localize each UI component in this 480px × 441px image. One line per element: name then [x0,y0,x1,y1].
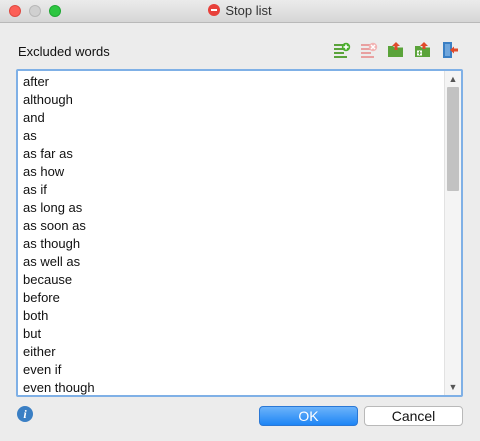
list-item[interactable]: as if [18,181,445,199]
list-item[interactable]: as far as [18,145,445,163]
excluded-words-listbox[interactable]: after although and as as far as as how as if as… [16,69,463,397]
import-icon[interactable] [387,41,405,59]
delete-word-icon[interactable] [360,41,378,59]
list-item[interactable]: as [18,127,445,145]
vertical-scrollbar[interactable]: ▲ ▼ [444,71,461,395]
window-title-area: Stop list [0,3,480,18]
list-item[interactable]: and [18,109,445,127]
title-bar: Stop list [0,0,480,23]
scroll-down-icon[interactable]: ▼ [445,380,461,394]
scroll-up-icon[interactable]: ▲ [445,72,461,86]
list-item[interactable]: both [18,307,445,325]
list-item[interactable]: even though [18,379,445,395]
list-item[interactable]: even if [18,361,445,379]
list-item[interactable]: before [18,289,445,307]
new-list-icon[interactable] [414,41,432,59]
list-item[interactable]: as though [18,235,445,253]
add-word-icon[interactable] [333,41,351,59]
info-icon[interactable]: i [17,406,33,422]
export-icon[interactable] [441,41,459,59]
list-item[interactable]: but [18,325,445,343]
list-item[interactable]: either [18,343,445,361]
window-title: Stop list [225,3,272,18]
word-list: after although and as as far as as how as if as… [18,71,445,395]
stop-icon [208,4,221,16]
list-item[interactable]: as well as [18,253,445,271]
ok-button[interactable]: OK [259,406,358,426]
stop-list-dialog: Stop list Excluded words after although … [0,0,480,441]
list-item[interactable]: although [18,91,445,109]
list-item[interactable]: as how [18,163,445,181]
cancel-button[interactable]: Cancel [364,406,463,426]
scrollbar-thumb[interactable] [447,87,459,191]
list-item[interactable]: after [18,73,445,91]
excluded-words-label: Excluded words [18,44,110,59]
list-item[interactable]: because [18,271,445,289]
list-item[interactable]: as soon as [18,217,445,235]
list-item[interactable]: as long as [18,199,445,217]
